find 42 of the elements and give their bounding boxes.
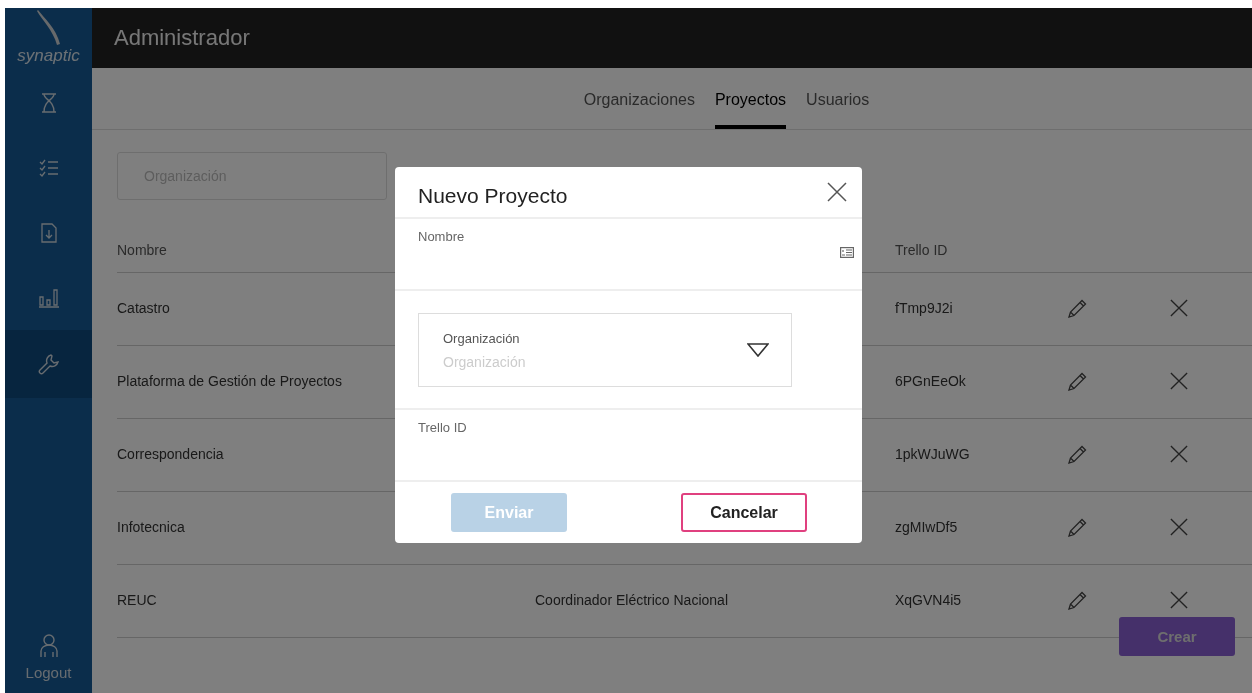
dialog-title: Nuevo Proyecto bbox=[418, 183, 568, 208]
close-icon[interactable] bbox=[1170, 445, 1188, 463]
checklist-icon[interactable] bbox=[38, 158, 59, 177]
pencil-icon[interactable] bbox=[1068, 517, 1088, 537]
bar-chart-icon[interactable] bbox=[37, 287, 60, 308]
table-cell: Plataforma de Gestión de Proyectos bbox=[117, 373, 342, 389]
tab[interactable]: Organizaciones bbox=[583, 91, 695, 129]
table-cell: XqGVN4i5 bbox=[895, 592, 962, 608]
pencil-icon[interactable] bbox=[1068, 298, 1088, 318]
table-cell: 6PGnEeOk bbox=[895, 373, 966, 389]
table-cell: Catastro bbox=[117, 300, 170, 316]
close-icon[interactable] bbox=[827, 182, 847, 202]
table-cell: REUC bbox=[117, 592, 157, 608]
tab[interactable]: Usuarios bbox=[806, 91, 870, 129]
logo-text: synaptic bbox=[17, 46, 80, 66]
table-cell: Correspondencia bbox=[117, 446, 224, 462]
hourglass-icon[interactable] bbox=[40, 92, 57, 113]
pencil-icon[interactable] bbox=[1068, 590, 1088, 610]
tab[interactable]: Proyectos bbox=[714, 91, 787, 129]
pencil-icon[interactable] bbox=[1068, 371, 1088, 391]
close-icon[interactable] bbox=[1170, 299, 1188, 317]
pencil-icon[interactable] bbox=[1068, 444, 1088, 464]
trello-id-field[interactable]: Trello ID bbox=[395, 410, 862, 482]
table-cell: fTmp9J2i bbox=[895, 300, 953, 316]
table-cell: Infotecnica bbox=[117, 519, 185, 535]
contact-card-icon bbox=[840, 247, 854, 258]
user-icon[interactable] bbox=[39, 634, 58, 658]
logout-link[interactable]: Logout bbox=[25, 664, 72, 681]
dropdown-triangle-icon bbox=[747, 343, 769, 357]
page-title: Administrador bbox=[114, 25, 250, 51]
wrench-icon[interactable] bbox=[37, 353, 60, 375]
cancel-button[interactable]: Cancelar bbox=[681, 493, 807, 532]
column-header: Nombre bbox=[117, 242, 167, 258]
column-header: Trello ID bbox=[895, 242, 948, 258]
document-download-icon[interactable] bbox=[40, 222, 57, 243]
table-cell: Coordinador Eléctrico Nacional bbox=[535, 592, 728, 608]
close-icon[interactable] bbox=[1170, 372, 1188, 390]
name-field[interactable]: Nombre bbox=[395, 219, 862, 291]
close-icon[interactable] bbox=[1170, 591, 1188, 609]
close-icon[interactable] bbox=[1170, 518, 1188, 536]
table-cell: 1pkWJuWG bbox=[895, 446, 970, 462]
table-cell: zgMIwDf5 bbox=[895, 519, 958, 535]
